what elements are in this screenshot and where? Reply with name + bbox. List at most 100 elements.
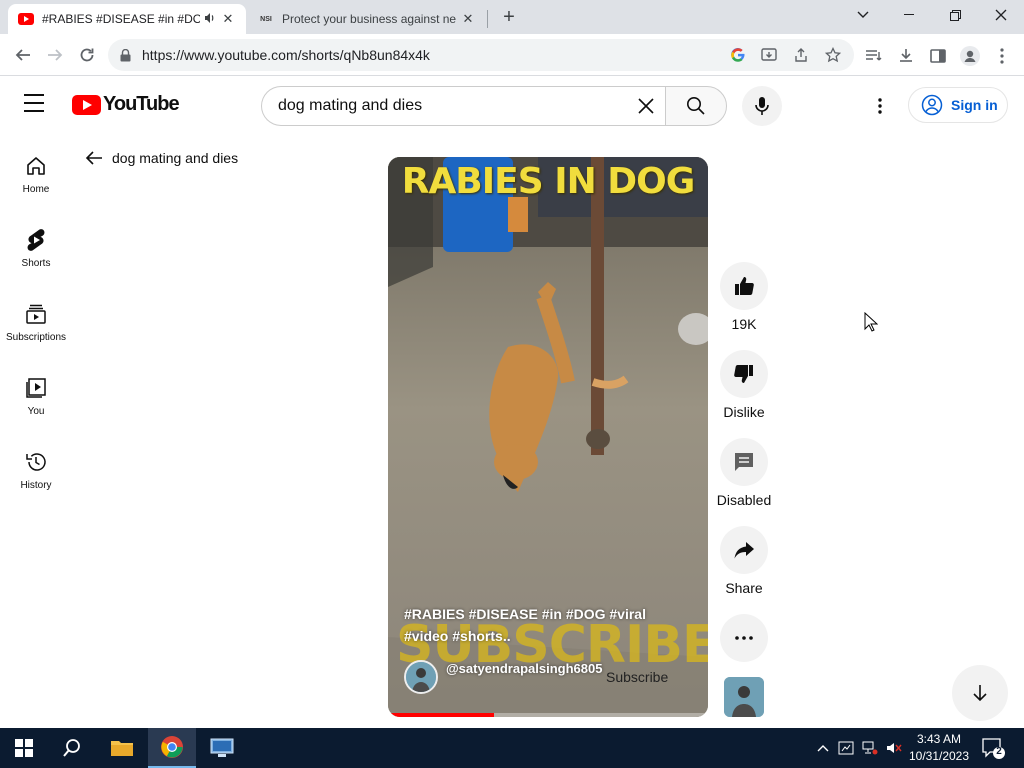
google-icon[interactable]	[729, 46, 747, 64]
url-text: https://www.youtube.com/shorts/qNb8un84x…	[142, 47, 430, 63]
tab-inactive[interactable]: NSI Protect your business against ne ✕	[248, 4, 486, 34]
settings-more-icon[interactable]	[868, 94, 892, 118]
shorts-icon	[24, 228, 48, 252]
clear-search-icon[interactable]	[634, 94, 658, 118]
guide-item-shorts[interactable]: Shorts	[0, 214, 72, 288]
guide-label: Shorts	[21, 258, 51, 269]
thumbs-down-icon	[734, 365, 753, 383]
like-button[interactable]	[720, 262, 768, 310]
voice-search-button[interactable]	[742, 86, 782, 126]
comments-button[interactable]	[720, 438, 768, 486]
share-action[interactable]: Share	[716, 526, 772, 596]
share-page-icon[interactable]	[792, 46, 810, 64]
clock-date: 10/31/2023	[908, 749, 970, 763]
youtube-icon	[18, 11, 34, 27]
sound-thumbnail[interactable]	[724, 677, 764, 717]
guide-label: You	[27, 406, 45, 417]
arrow-back-icon[interactable]	[84, 148, 104, 168]
channel-name[interactable]: @satyendrapalsingh6805	[446, 660, 606, 678]
next-short-button[interactable]	[952, 665, 1008, 721]
folder-icon	[111, 741, 133, 756]
sign-in-label: Sign in	[951, 97, 998, 113]
lock-icon[interactable]	[120, 48, 134, 62]
chrome-taskbar-button[interactable]	[148, 728, 196, 768]
search-input[interactable]: dog mating and dies	[261, 86, 667, 126]
guide-label: History	[20, 480, 52, 491]
download-icon[interactable]	[896, 46, 916, 66]
arrow-down-icon	[973, 685, 987, 702]
install-app-icon[interactable]	[760, 46, 778, 64]
side-panel-icon[interactable]	[928, 46, 948, 66]
channel-avatar[interactable]	[404, 660, 438, 694]
share-label: Share	[725, 580, 763, 596]
home-icon	[24, 154, 48, 178]
browser-menu-icon[interactable]	[992, 46, 1012, 66]
guide-label: Home	[22, 184, 50, 195]
reload-icon[interactable]	[74, 42, 100, 68]
back-to-search[interactable]: dog mating and dies	[84, 148, 238, 168]
tab-active[interactable]: #RABIES #DISEASE #in #DOG ✕	[8, 4, 246, 34]
hamburger-menu-icon[interactable]	[24, 94, 48, 114]
short-caption[interactable]: #RABIES #DISEASE #in #DOG #viral #video …	[404, 603, 694, 647]
dislike-action[interactable]: Dislike	[716, 350, 772, 420]
tray-app-icon[interactable]	[838, 740, 854, 756]
taskbar-search-button[interactable]	[48, 728, 96, 768]
close-window-button[interactable]	[978, 0, 1024, 30]
bookmark-star-icon[interactable]	[824, 46, 842, 64]
guide-item-you[interactable]: You	[0, 362, 72, 436]
clock-time: 3:43 AM	[916, 732, 962, 746]
more-horiz-icon	[735, 636, 753, 640]
history-icon	[24, 450, 48, 474]
subscribe-button[interactable]: Subscribe	[606, 669, 668, 685]
close-tab-icon[interactable]: ✕	[220, 11, 236, 27]
video-progress-fill	[388, 713, 494, 717]
like-action[interactable]: 19K	[716, 262, 772, 332]
restore-button[interactable]	[932, 0, 978, 30]
share-button[interactable]	[720, 526, 768, 574]
close-tab-icon[interactable]: ✕	[460, 11, 476, 27]
comments-action[interactable]: Disabled	[716, 438, 772, 508]
youtube-play-icon	[72, 94, 101, 115]
more-options-button[interactable]	[720, 614, 768, 662]
forward-icon[interactable]	[42, 42, 68, 68]
shorts-video-player[interactable]: RABIES IN DOG SUBSCRIBE #RABIES #DISEASE…	[388, 157, 708, 717]
video-overlay-title: RABIES IN DOG	[401, 161, 696, 202]
chevron-up-icon[interactable]	[815, 740, 831, 756]
browser-toolbar: https://www.youtube.com/shorts/qNb8un84x…	[0, 34, 1024, 76]
search-icon	[63, 739, 80, 757]
like-count: 19K	[731, 316, 757, 332]
back-icon[interactable]	[10, 42, 36, 68]
guide-item-history[interactable]: History	[0, 436, 72, 510]
tab-separator	[487, 10, 488, 28]
reading-list-icon[interactable]	[864, 46, 884, 66]
tab-search-icon[interactable]	[840, 0, 886, 30]
network-app-button[interactable]	[198, 728, 246, 768]
guide-item-home[interactable]: Home	[0, 140, 72, 214]
profile-avatar-icon[interactable]	[960, 46, 980, 66]
speaker-icon[interactable]	[204, 12, 216, 27]
new-tab-button[interactable]: +	[498, 6, 520, 28]
youtube-logo[interactable]: YouTube	[72, 93, 180, 116]
windows-taskbar: 3:43 AM 10/31/2023 2	[0, 728, 1024, 768]
file-explorer-button[interactable]	[98, 728, 146, 768]
guide-item-subscriptions[interactable]: Subscriptions	[0, 288, 72, 362]
thumbs-up-icon	[735, 277, 754, 295]
minimize-button[interactable]	[886, 0, 932, 30]
microphone-icon	[755, 97, 769, 115]
search-button[interactable]	[665, 86, 727, 126]
account-circle-icon	[921, 94, 943, 116]
dislike-button[interactable]	[720, 350, 768, 398]
you-icon	[24, 376, 48, 400]
sign-in-button[interactable]: Sign in	[908, 87, 1008, 123]
taskbar-clock[interactable]: 3:43 AM 10/31/2023	[906, 731, 972, 765]
browser-tabstrip: #RABIES #DISEASE #in #DOG ✕ NSI Protect …	[0, 0, 1024, 34]
network-icon[interactable]	[862, 740, 878, 756]
start-button[interactable]	[0, 728, 48, 768]
notification-center-icon[interactable]: 2	[982, 738, 1006, 760]
comment-icon	[735, 453, 753, 471]
computer-network-icon	[210, 738, 234, 757]
tab-title: #RABIES #DISEASE #in #DOG	[42, 12, 200, 26]
more-action[interactable]	[716, 614, 772, 662]
tab-title: Protect your business against ne	[282, 12, 456, 26]
volume-muted-icon[interactable]	[886, 740, 902, 756]
